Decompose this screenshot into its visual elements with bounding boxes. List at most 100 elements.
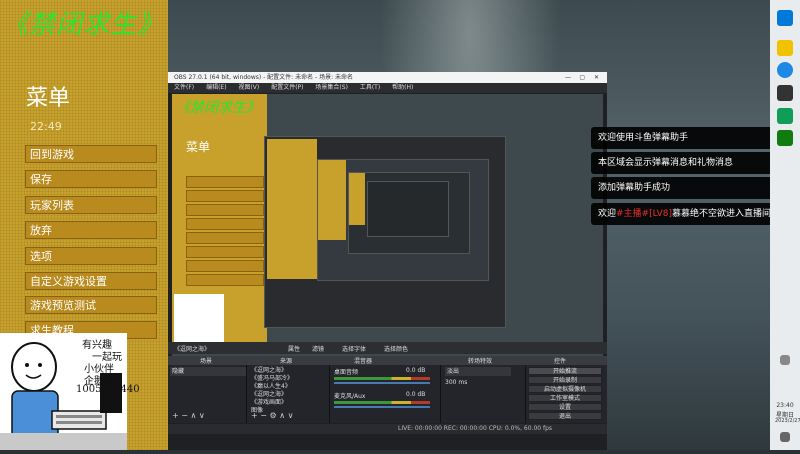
nested-game-panel <box>318 160 346 240</box>
preview-menu-title: 菜单 <box>186 140 211 154</box>
source-dock-controls[interactable]: + − ⚙ ∧ ∨ <box>251 411 293 420</box>
preview-menu-item <box>186 218 264 230</box>
menu-edit[interactable]: 编辑(E) <box>206 84 226 91</box>
nested-preview-1 <box>264 136 506 328</box>
dock-title-controls: 控件 <box>554 358 567 365</box>
mixer-desktop-db: 0.0 dB <box>406 367 426 374</box>
start-recording-button[interactable]: 开始录制 <box>528 376 602 384</box>
mixer-desktop-meter <box>334 377 430 380</box>
dock-title-sources: 来源 <box>280 358 293 365</box>
nested-game-panel <box>349 173 365 225</box>
select-color-button[interactable]: 选择颜色 <box>384 344 408 353</box>
maximize-icon[interactable]: ▢ <box>579 72 585 83</box>
nested-preview-4 <box>367 181 449 237</box>
obs-app-icon[interactable] <box>777 85 793 101</box>
scene-dock-controls[interactable]: + − ∧ ∨ <box>172 411 205 420</box>
welcome-suffix: 慕慕绝不空欲进入直播间 <box>672 209 772 219</box>
menu-item-resume[interactable]: 回到游戏 <box>25 145 157 163</box>
transitions-dock: 淡出 300 ms <box>441 365 526 423</box>
danmaku-notification: 本区域会显示弹幕消息和礼物消息 <box>591 152 800 174</box>
studio-mode-button[interactable]: 工作室模式 <box>528 394 602 402</box>
danmaku-notification: 欢迎使用斗鱼弹幕助手 <box>591 127 800 149</box>
menu-file[interactable]: 文件(F) <box>174 84 194 91</box>
preview-menu-item <box>186 260 264 272</box>
mixer-desktop-label: 桌面音频 <box>334 369 359 376</box>
preview-menu-item <box>186 190 264 202</box>
menu-item-save[interactable]: 保存 <box>25 170 157 188</box>
game-title: 《禁闭求生》 <box>2 10 165 40</box>
menu-profile[interactable]: 配置文件(P) <box>271 84 303 91</box>
notification-center-icon[interactable] <box>780 432 790 442</box>
file-explorer-icon[interactable] <box>777 40 793 56</box>
menu-item-abandon[interactable]: 放弃 <box>25 221 157 239</box>
mixer-mic-meter <box>334 401 430 404</box>
welcome-level: [LV8] <box>649 209 673 219</box>
webcam-overlay: 有兴趣 一起玩 小伙伴 企鹅群 1005195440 <box>0 333 140 450</box>
menu-time: 22:49 <box>30 120 62 133</box>
nested-preview-2 <box>317 159 489 281</box>
danmaku-welcome-notification: 欢迎#主播#[LV8]慕慕绝不空欲进入直播间 <box>591 203 800 225</box>
scenes-dock: 隐藏 + − ∧ ∨ <box>168 365 247 423</box>
source-item[interactable]: 《癫以人生4》 <box>251 383 293 391</box>
start-streaming-button[interactable]: 开始推流 <box>528 367 602 375</box>
taskbar-time[interactable]: 23:40 <box>775 402 795 409</box>
preview-menu-item <box>186 204 264 216</box>
source-item[interactable]: 《盛冯马部冷》 <box>251 375 293 383</box>
transition-select[interactable]: 淡出 <box>445 367 511 376</box>
select-font-button[interactable]: 选择字体 <box>342 344 366 353</box>
source-item[interactable]: 《游戏画面》 <box>251 399 293 407</box>
minimize-icon[interactable]: — <box>565 72 571 83</box>
danmaku-notification: 添加弹幕助手成功 <box>591 177 800 199</box>
nested-game-panel <box>267 139 317 279</box>
exit-button[interactable]: 退出 <box>528 412 602 420</box>
preview-game-panel: 《禁闭求生》 菜单 <box>172 94 267 342</box>
virtual-camera-button[interactable]: 启动虚拟摄像机 <box>528 385 602 393</box>
menu-title: 菜单 <box>26 86 71 111</box>
menu-tools[interactable]: 工具(T) <box>360 84 380 91</box>
filters-button[interactable]: 滤镜 <box>312 344 324 353</box>
obs-menubar: 文件(F) 编辑(E) 视图(V) 配置文件(P) 场景集合(S) 工具(T) … <box>168 83 607 93</box>
properties-button[interactable]: 属性 <box>288 344 300 353</box>
obs-titlebar: OBS 27.0.1 (64 bit, windows) - 配置文件: 未命名… <box>168 72 607 83</box>
store-icon[interactable] <box>777 108 793 124</box>
dock-title-transitions: 转场特效 <box>468 358 493 365</box>
welcome-user: #主播# <box>616 209 650 219</box>
obs-window: OBS 27.0.1 (64 bit, windows) - 配置文件: 未命名… <box>168 72 607 450</box>
status-text: LIVE: 00:00:00 REC: 00:00:00 CPU: 0.0%, … <box>398 425 553 432</box>
source-list: 《逗网之海》 《盛冯马部冷》 《癫以人生4》 《逗网之海》 《游戏画面》 图像 <box>251 367 293 415</box>
source-name: 《逗网之海》 <box>174 346 211 353</box>
menu-scene-collection[interactable]: 场景集合(S) <box>315 84 348 91</box>
obs-title: OBS 27.0.1 (64 bit, windows) - 配置文件: 未命名… <box>174 74 354 81</box>
preview-menu-item <box>186 176 264 188</box>
menu-help[interactable]: 帮助(H) <box>392 84 413 91</box>
windows-start-icon[interactable] <box>777 10 793 26</box>
edge-browser-icon[interactable] <box>777 62 793 78</box>
preview-menu-item <box>186 246 264 258</box>
preview-game-title: 《禁闭求生》 <box>176 100 260 116</box>
mixer-dock: 桌面音频 0.0 dB 麦克风/Aux 0.0 dB <box>330 365 441 423</box>
volume-icon[interactable] <box>780 355 790 365</box>
mixer-desktop-slider[interactable] <box>334 382 430 384</box>
preview-webcam <box>174 294 224 342</box>
source-item[interactable]: 《逗网之海》 <box>251 367 293 375</box>
nested-preview-3 <box>348 172 470 254</box>
dock-title-mixer: 混音器 <box>354 358 373 365</box>
close-icon[interactable]: ✕ <box>594 72 599 83</box>
settings-button[interactable]: 设置 <box>528 403 602 411</box>
transition-duration[interactable]: 300 ms <box>445 379 467 386</box>
mixer-mic-slider[interactable] <box>334 406 430 408</box>
preview-menu-item <box>186 232 264 244</box>
menu-item-preview-test[interactable]: 游戏预览测试 <box>25 296 157 314</box>
source-item[interactable]: 《逗网之海》 <box>251 391 293 399</box>
scene-item[interactable]: 隐藏 <box>170 367 246 376</box>
dock-headers: 场景 来源 混音器 转场特效 控件 <box>168 356 607 365</box>
mixer-mic-db: 0.0 dB <box>406 391 426 398</box>
mixer-mic-label: 麦克风/Aux <box>334 393 366 400</box>
xbox-icon[interactable] <box>777 130 793 146</box>
menu-view[interactable]: 视图(V) <box>238 84 259 91</box>
menu-item-custom-settings[interactable]: 自定义游戏设置 <box>25 272 157 290</box>
menu-item-players[interactable]: 玩家列表 <box>25 196 157 214</box>
cam-line-5: 1005195440 <box>76 384 140 395</box>
windows-taskbar: 23:40 星期日 2023/2/27 <box>770 0 800 450</box>
menu-item-options[interactable]: 选项 <box>25 247 157 265</box>
